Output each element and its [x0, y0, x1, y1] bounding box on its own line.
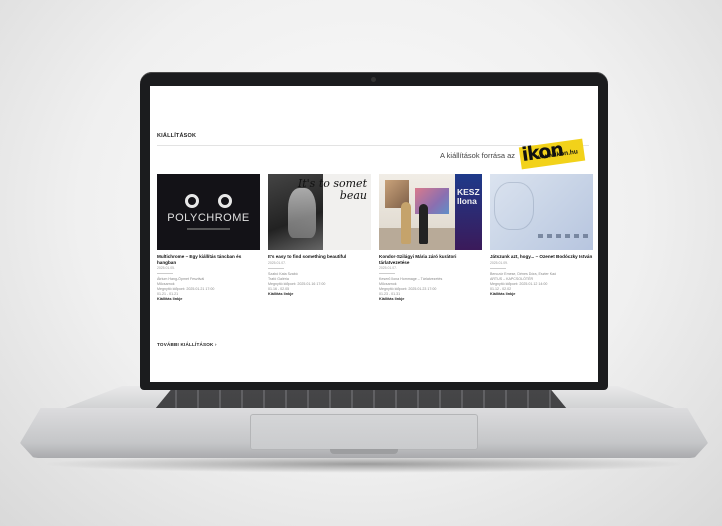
laptop-notch — [330, 449, 398, 454]
exhibition-meta: Átrium Hang-Öpmet Fesztivál Műcsarnok Me… — [157, 277, 260, 297]
exhibition-meta: Szabó Kata Szabó Trafó Galéria Megnyitó … — [268, 272, 371, 292]
more-exhibitions-label: TOVÁBBI KIÁLLÍTÁSOK — [157, 342, 214, 347]
exhibition-cards: POLYCHROME Multichrome – Egy kiállítás t… — [157, 174, 597, 334]
exhibition-title[interactable]: Játszunk azt, hogy... – Ozenet Bodóczky … — [490, 254, 593, 260]
image-caption: KESZ Ilona — [457, 187, 480, 206]
exhibition-date: 2025.01.05. — [157, 266, 175, 271]
exhibition-image[interactable]: It's to somet beau — [268, 174, 371, 250]
exhibition-meta: Benczúr Emese, Dénes Dóra, Eszter Kaó AR… — [490, 272, 593, 292]
card-divider — [268, 267, 284, 269]
person-figure — [401, 202, 411, 244]
card-divider — [157, 273, 173, 275]
logo-strip — [538, 234, 590, 238]
exhibition-image[interactable] — [490, 174, 593, 250]
ikon-logo[interactable]: ikon www.ikon.hu — [518, 139, 586, 170]
sketch-shape — [494, 182, 534, 230]
more-exhibitions-link[interactable]: TOVÁBBI KIÁLLÍTÁSOK › — [157, 342, 217, 347]
scene: KIÁLLÍTÁSOK A kiállítások forrása az iko… — [0, 0, 722, 526]
exhibition-title[interactable]: Kondor-Szilágyi Mária záró kurátori tárl… — [379, 254, 482, 265]
camera-icon — [371, 77, 376, 82]
exhibition-meta: Keserű Ilona Hommage – Tárlatvezetés Műc… — [379, 277, 482, 297]
laptop-lid: KIÁLLÍTÁSOK A kiállítások forrása az iko… — [140, 72, 608, 390]
exhibition-link[interactable]: Kiállítás linkje — [157, 297, 260, 302]
chevron-right-icon: › — [215, 342, 217, 347]
card-divider — [490, 267, 506, 269]
laptop-screen: KIÁLLÍTÁSOK A kiállítások forrása az iko… — [150, 86, 598, 382]
exhibition-image[interactable]: KESZ Ilona — [379, 174, 482, 250]
laptop-keyboard — [155, 389, 567, 409]
exhibition-title[interactable]: Multichrome – Egy kiállítás táncban és h… — [157, 254, 260, 265]
exhibition-date: 2025.01.07. — [268, 260, 286, 265]
exhibition-link[interactable]: Kiállítás linkje — [379, 297, 482, 302]
exhibition-title[interactable]: It's easy to find something beautiful — [268, 254, 371, 260]
image-caption: POLYCHROME — [167, 212, 250, 224]
person-figure — [419, 204, 428, 244]
exhibition-link[interactable]: Kiállítás linkje — [268, 292, 371, 297]
ring-shape — [185, 194, 199, 208]
ring-shape — [218, 194, 232, 208]
exhibition-card[interactable]: KESZ Ilona Kondor-Szilágyi Mária záró ku… — [379, 174, 482, 302]
exhibition-card[interactable]: It's to somet beau It's easy to find som… — [268, 174, 371, 297]
exhibition-card[interactable]: Játszunk azt, hogy... – Ozenet Bodóczky … — [490, 174, 593, 297]
laptop-trackpad — [250, 414, 478, 450]
exhibition-date: 2025.01.09. — [490, 260, 508, 265]
exhibition-image[interactable]: POLYCHROME — [157, 174, 260, 250]
card-divider — [379, 273, 395, 275]
exhibition-link[interactable]: Kiállítás linkje — [490, 292, 593, 297]
exhibition-date: 2025.01.07. — [379, 266, 397, 271]
section-title: KIÁLLÍTÁSOK — [157, 133, 197, 139]
image-caption: It's to somet beau — [297, 177, 367, 202]
source-text: A kiállítások forrása az — [440, 151, 516, 160]
poster — [455, 174, 482, 250]
image-decoration — [187, 228, 230, 230]
exhibition-card[interactable]: POLYCHROME Multichrome – Egy kiállítás t… — [157, 174, 260, 302]
